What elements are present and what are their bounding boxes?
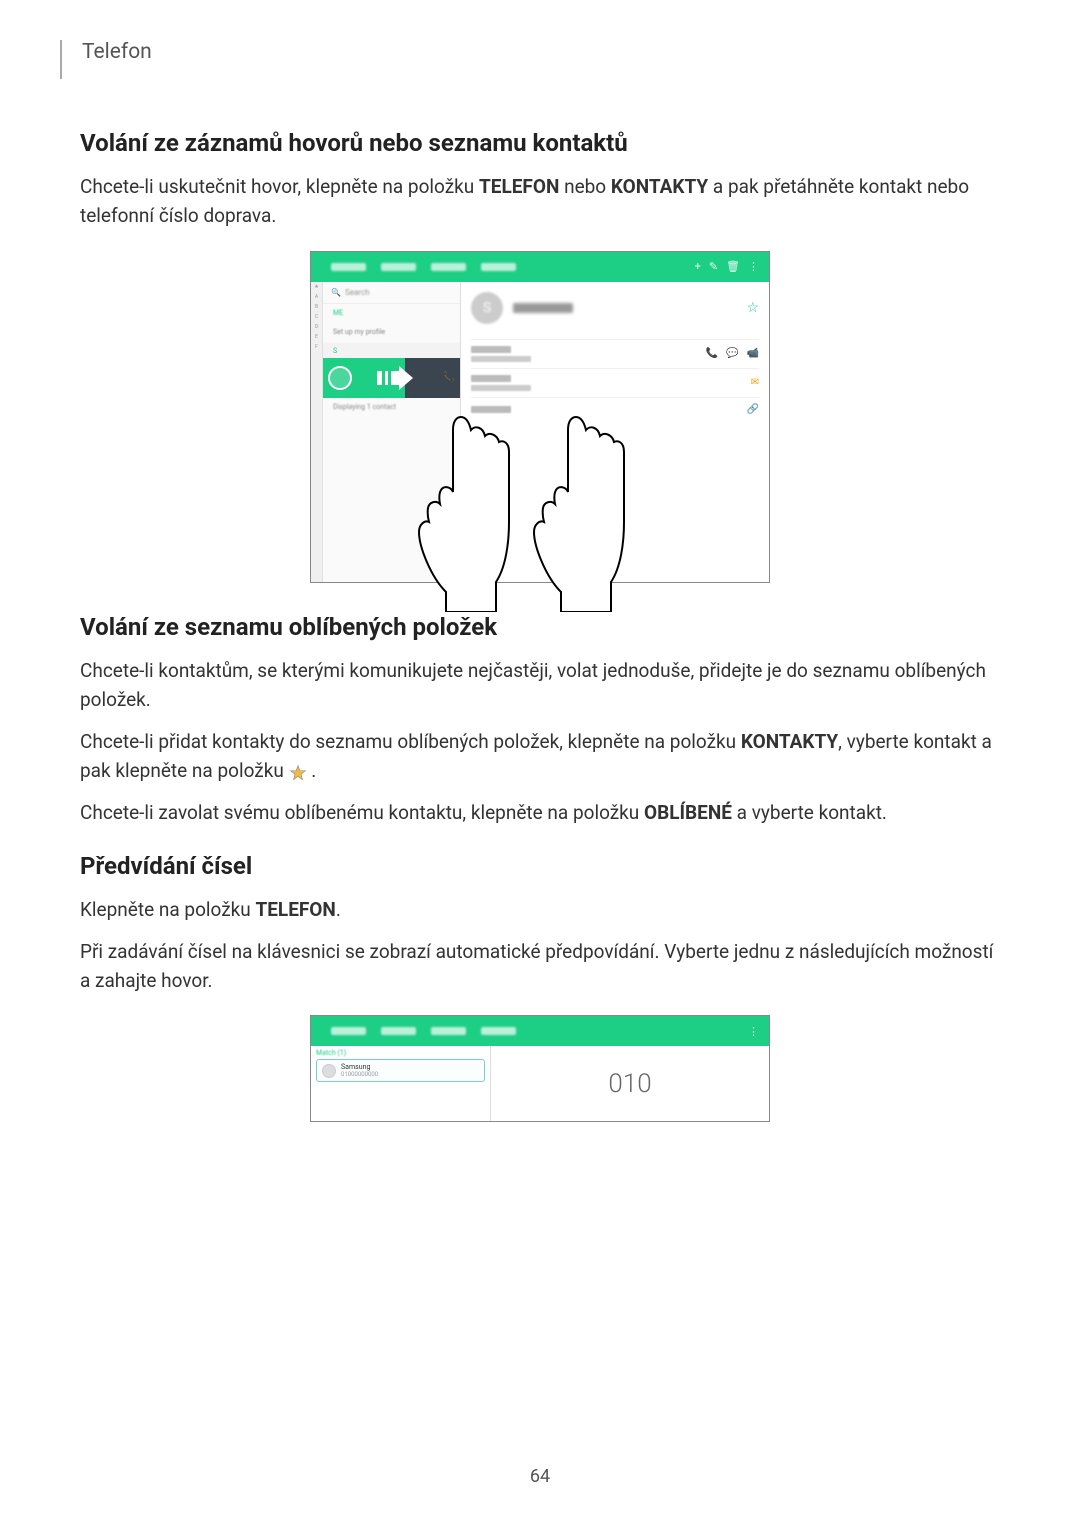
favorite-star-icon: ☆: [746, 300, 759, 316]
bold-kontakty: KONTAKTY: [741, 730, 838, 753]
contact-detail-pane: S ☆ 📞 💬 📹: [461, 282, 769, 582]
connected-detail-row: 🔗: [471, 397, 759, 421]
page-header-section: Telefon: [60, 40, 1000, 79]
tab-blur: [481, 263, 516, 271]
text-fragment: nebo: [559, 175, 611, 198]
index-letter: ★: [314, 284, 318, 294]
dialer-body: Match (1) Samsung 01000000000 010: [311, 1046, 769, 1121]
tab-area: [321, 1027, 740, 1035]
tablet-mockup: + ✎ 🗑 ⋮ ★ A B C D E F 🔍 Search: [310, 251, 770, 583]
bold-telefon: TELEFON: [479, 175, 559, 198]
index-letter: A: [315, 294, 318, 304]
field-label-blur: [471, 406, 511, 413]
sidebar-content: 🔍 Search ME Set up my profile S 📞: [323, 282, 460, 416]
tab-blur: [431, 1027, 466, 1035]
tab-blur: [431, 263, 466, 271]
letter-divider: S: [323, 344, 460, 358]
tablet-body: ★ A B C D E F 🔍 Search ME Set up my prof…: [311, 282, 769, 582]
text-fragment: Chcete-li uskutečnit hovor, klepněte na …: [80, 175, 479, 198]
phone-icon: 📞: [443, 372, 455, 383]
section2-para3: Chcete-li zavolat svému oblíbenému konta…: [80, 798, 1000, 827]
page-number: 64: [530, 1466, 550, 1487]
match-number: 01000000000: [341, 1071, 378, 1078]
text-fragment: Klepněte na položku: [80, 898, 255, 921]
contacts-sidebar: ★ A B C D E F 🔍 Search ME Set up my prof…: [311, 282, 461, 582]
text-fragment: Chcete-li přidat kontakty do seznamu obl…: [80, 730, 741, 753]
section2-para2: Chcete-li přidat kontakty do seznamu obl…: [80, 727, 1000, 786]
tablet-mockup-dialer: ⋮ Match (1) Samsung 01000000000 010: [310, 1015, 770, 1122]
more-icon: ⋮: [748, 260, 759, 273]
action-icons: 📞 💬 📹: [706, 348, 759, 359]
section3-para2: Při zadávání čísel na klávesnici se zobr…: [80, 937, 1000, 996]
swipe-contact-row: 📞: [323, 358, 460, 398]
displaying-label: Displaying 1 contact: [323, 398, 460, 416]
bold-oblibene: OBLÍBENÉ: [644, 801, 732, 824]
text-fragment: .: [307, 759, 317, 782]
phone-detail-row: 📞 💬 📹: [471, 339, 759, 368]
action-icons: 🔗: [747, 404, 759, 415]
search-icon: 🔍: [331, 288, 341, 297]
alphabet-index: ★ A B C D E F: [311, 282, 323, 582]
avatar: S: [471, 292, 503, 324]
message-icon: 💬: [726, 348, 738, 359]
swipe-handle: [328, 366, 352, 390]
match-pane: Match (1) Samsung 01000000000: [311, 1046, 491, 1121]
index-letter: B: [315, 304, 318, 314]
delete-icon: 🗑: [726, 260, 740, 273]
bold-kontakty: KONTAKTY: [611, 175, 708, 198]
index-letter: F: [315, 344, 318, 354]
contact-match-item: Samsung 01000000000: [316, 1059, 485, 1082]
email-detail-row: ✉: [471, 368, 759, 397]
text-fragment: .: [336, 898, 341, 921]
tab-blur: [331, 263, 366, 271]
me-label: ME: [323, 304, 460, 322]
tablet-tabbar: ⋮: [311, 1016, 769, 1046]
field-value-blur: [471, 385, 531, 391]
figure-number-prediction: ⋮ Match (1) Samsung 01000000000 010: [80, 1015, 1000, 1122]
contact-header: S ☆: [471, 292, 759, 324]
bold-telefon: TELEFON: [255, 898, 335, 921]
tab-blur: [381, 263, 416, 271]
figure-swipe-to-call: + ✎ 🗑 ⋮ ★ A B C D E F 🔍 Search: [80, 251, 1000, 583]
match-avatar: [322, 1064, 336, 1078]
tab-area: [321, 263, 687, 271]
tab-blur: [481, 1027, 516, 1035]
video-icon: 📹: [747, 348, 759, 359]
email-icon: ✉: [751, 377, 759, 388]
text-fragment: a vyberte kontakt.: [732, 801, 887, 824]
match-name: Samsung: [341, 1063, 378, 1071]
section3-heading: Předvídání čísel: [80, 852, 1000, 880]
index-letter: C: [315, 314, 318, 324]
contact-name-blur: [513, 303, 573, 313]
search-placeholder: Search: [345, 288, 370, 297]
tab-blur: [331, 1027, 366, 1035]
tab-blur: [381, 1027, 416, 1035]
setup-profile-row: Set up my profile: [323, 322, 460, 344]
section2-heading: Volání ze seznamu oblíbených položek: [80, 613, 1000, 641]
action-icons: ✉: [751, 377, 759, 388]
section2-para1: Chcete-li kontaktům, se kterými komuniku…: [80, 656, 1000, 715]
index-letter: E: [315, 334, 318, 344]
star-icon: [289, 761, 307, 779]
swipe-arrow-icon: [377, 366, 413, 390]
more-icon: ⋮: [748, 1025, 759, 1038]
phone-icon: 📞: [706, 348, 718, 359]
field-value-blur: [471, 356, 531, 362]
field-label-blur: [471, 375, 511, 382]
dialed-number-display: 010: [491, 1046, 769, 1121]
match-count-label: Match (1): [316, 1049, 485, 1057]
search-row: 🔍 Search: [323, 282, 460, 304]
index-letter: D: [315, 324, 318, 334]
section1-heading: Volání ze záznamů hovorů nebo seznamu ko…: [80, 129, 1000, 157]
section3-para1: Klepněte na položku TELEFON.: [80, 895, 1000, 924]
tablet-tabbar: + ✎ 🗑 ⋮: [311, 252, 769, 282]
link-icon: 🔗: [747, 404, 759, 415]
plus-icon: +: [695, 260, 701, 273]
field-label-blur: [471, 346, 511, 353]
section1-paragraph: Chcete-li uskutečnit hovor, klepněte na …: [80, 172, 1000, 231]
text-fragment: Chcete-li zavolat svému oblíbenému konta…: [80, 801, 644, 824]
edit-icon: ✎: [709, 260, 718, 273]
